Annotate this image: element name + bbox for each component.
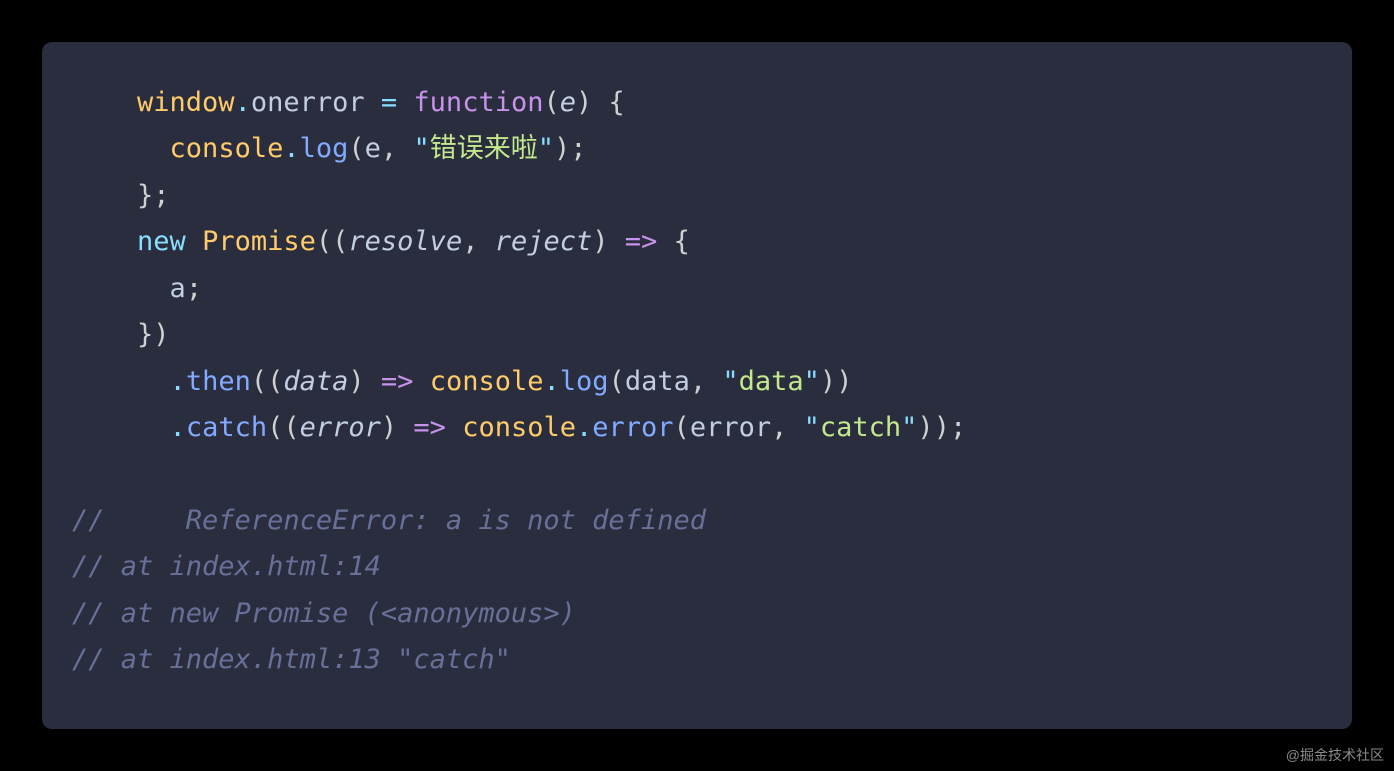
code-card: window.onerror = function(e) { console.l… xyxy=(42,42,1352,729)
tok-rparen: ) xyxy=(836,366,852,397)
tok-lparen: ( xyxy=(609,366,625,397)
watermark-text: @掘金技术社区 xyxy=(1286,745,1384,765)
tok-quote: " xyxy=(413,133,429,164)
tok-data: data xyxy=(283,366,348,397)
tok-comma: , xyxy=(690,366,723,397)
tok-param-e: e xyxy=(560,87,576,118)
tok-rparen: ) xyxy=(592,226,608,257)
tok-arrow: => xyxy=(397,412,462,443)
tok-errorfn: error xyxy=(592,412,673,443)
tok-window: window xyxy=(137,87,235,118)
comment-line: // at index.html:13 "catch" xyxy=(72,644,511,675)
tok-lparen: ( xyxy=(283,412,299,443)
comment-line: // ReferenceError: a is not defined xyxy=(72,505,706,536)
tok-string: data xyxy=(739,366,804,397)
tok-arrow: => xyxy=(609,226,674,257)
tok-lbrace: { xyxy=(592,87,625,118)
tok-quote: " xyxy=(804,412,820,443)
tok-string: catch xyxy=(820,412,901,443)
tok-dot: . xyxy=(235,87,251,118)
comment-line: // at new Promise (<anonymous>) xyxy=(72,598,576,629)
tok-dot: . xyxy=(283,133,299,164)
tok-new: new xyxy=(137,226,186,257)
tok-lparen: ( xyxy=(332,226,348,257)
tok-string: 错误来啦 xyxy=(430,133,538,164)
tok-rparen: ) xyxy=(381,412,397,443)
tok-arrow: => xyxy=(365,366,430,397)
tok-rparen: ) xyxy=(820,366,836,397)
tok-comma: , xyxy=(771,412,804,443)
tok-promise: Promise xyxy=(202,226,316,257)
indent xyxy=(72,412,170,443)
code-block: window.onerror = function(e) { console.l… xyxy=(72,80,1322,684)
tok-lparen: ( xyxy=(348,133,364,164)
tok-log: log xyxy=(560,366,609,397)
tok-rparen: ) xyxy=(934,412,950,443)
tok-rparen: ) xyxy=(576,87,592,118)
tok-rparen: ) xyxy=(348,366,364,397)
indent xyxy=(72,133,170,164)
tok-semi: ; xyxy=(186,273,202,304)
indent xyxy=(72,319,137,350)
tok-error: error xyxy=(300,412,381,443)
tok-lparen: ( xyxy=(316,226,332,257)
tok-data2: data xyxy=(625,366,690,397)
tok-console: console xyxy=(430,366,544,397)
tok-lbrace: { xyxy=(674,226,690,257)
comment-line: // at index.html:14 xyxy=(72,551,381,582)
tok-onerror: onerror xyxy=(251,87,365,118)
indent xyxy=(72,366,170,397)
tok-semi: ; xyxy=(950,412,966,443)
tok-error2: error xyxy=(690,412,771,443)
tok-log: log xyxy=(300,133,349,164)
tok-comma: , xyxy=(462,226,495,257)
indent xyxy=(72,180,137,211)
tok-dot: . xyxy=(170,412,186,443)
tok-rparen: ) xyxy=(917,412,933,443)
tok-quote: " xyxy=(901,412,917,443)
tok-lparen: ( xyxy=(267,412,283,443)
tok-a: a xyxy=(170,273,186,304)
tok-quote: " xyxy=(538,133,554,164)
tok-quote: " xyxy=(804,366,820,397)
tok-eq: = xyxy=(365,87,414,118)
tok-function: function xyxy=(413,87,543,118)
sp xyxy=(186,226,202,257)
tok-lparen: ( xyxy=(543,87,559,118)
tok-console: console xyxy=(462,412,576,443)
tok-console: console xyxy=(170,133,284,164)
tok-catch: catch xyxy=(186,412,267,443)
tok-then: then xyxy=(186,366,251,397)
tok-lparen: ( xyxy=(267,366,283,397)
tok-close: }; xyxy=(137,180,170,211)
tok-dot: . xyxy=(544,366,560,397)
tok-comma: , xyxy=(381,133,414,164)
tok-dot: . xyxy=(170,366,186,397)
tok-lparen: ( xyxy=(251,366,267,397)
indent xyxy=(72,226,137,257)
tok-e: e xyxy=(365,133,381,164)
tok-reject: reject xyxy=(495,226,593,257)
indent xyxy=(72,273,170,304)
tok-resolve: resolve xyxy=(348,226,462,257)
tok-quote: " xyxy=(722,366,738,397)
tok-semi: ; xyxy=(570,133,586,164)
tok-close: }) xyxy=(137,319,170,350)
tok-dot: . xyxy=(576,412,592,443)
tok-rparen: ) xyxy=(554,133,570,164)
tok-lparen: ( xyxy=(674,412,690,443)
